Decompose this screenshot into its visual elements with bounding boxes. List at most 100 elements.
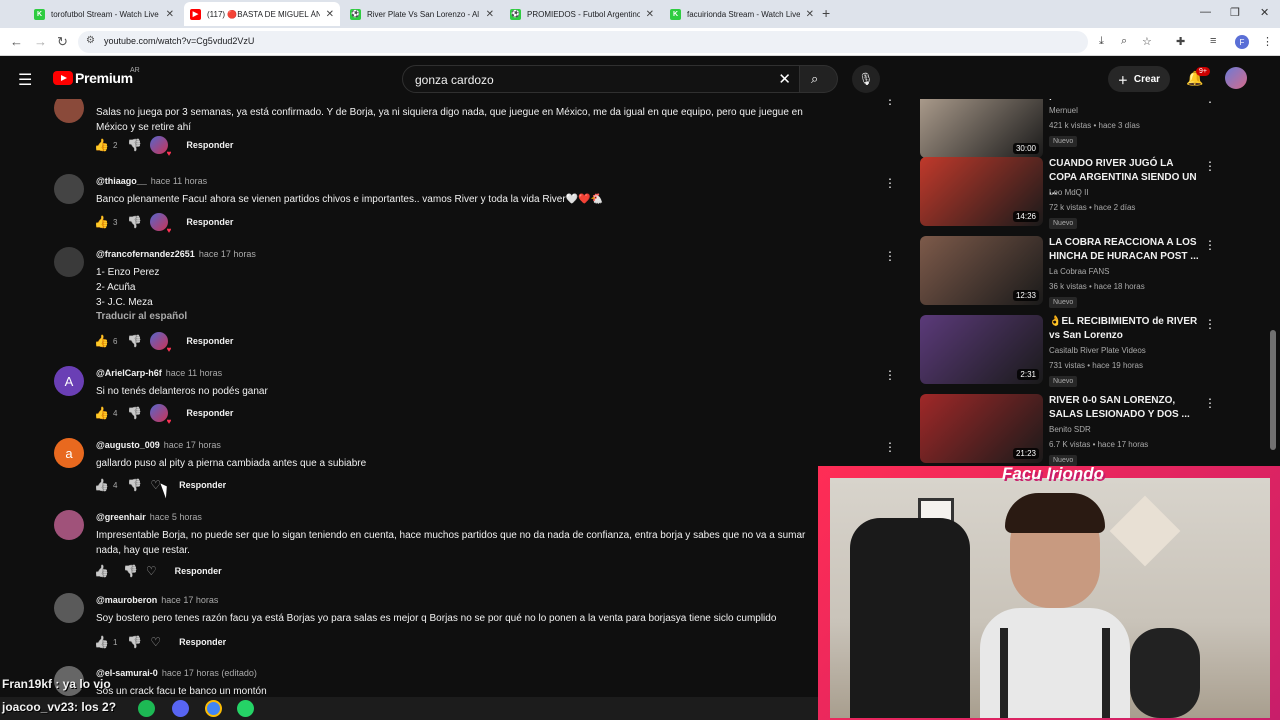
browser-tab[interactable]: K facuirionda Stream - Watch Live ✕ <box>664 2 820 26</box>
video-title[interactable]: LA COBRA REACCIONA A LOS HINCHA DE HURAC… <box>1049 236 1199 264</box>
comment-author[interactable]: @thiaago__ <box>96 176 147 186</box>
minimize-icon[interactable]: — <box>1200 6 1211 18</box>
comment-author[interactable]: @augusto_009 <box>96 440 160 450</box>
comment-author-avatar[interactable]: a <box>54 438 84 468</box>
search-input[interactable]: gonza cardozo ✕ <box>402 65 800 93</box>
browser-menu-icon[interactable]: ⋮ <box>1262 35 1273 48</box>
voice-search-icon[interactable]: 🎙 <box>852 65 880 93</box>
dislike-icon[interactable]: 👎 <box>127 635 142 649</box>
back-icon[interactable]: ← <box>10 34 23 49</box>
comment-menu-icon[interactable]: ⋮ <box>884 99 896 107</box>
reply-button[interactable]: Responder <box>186 408 233 418</box>
scrollbar[interactable] <box>1270 330 1276 450</box>
heart-icon[interactable]: ♡ <box>146 564 157 578</box>
comment-time[interactable]: hace 11 horas <box>151 176 207 186</box>
install-icon[interactable]: ⤓ <box>1099 35 1104 48</box>
dislike-icon[interactable]: 👎 <box>123 564 138 578</box>
media-icon[interactable]: ≡ <box>1210 35 1216 47</box>
close-tab-icon[interactable]: ✕ <box>806 9 814 20</box>
forward-icon[interactable]: → <box>34 34 47 49</box>
site-info-icon[interactable]: ⚙ <box>86 35 95 46</box>
recommended-video[interactable]: 12:33 LA COBRA REACCIONA A LOS HINCHA DE … <box>920 236 1220 308</box>
comment-time[interactable]: hace 17 horas <box>164 440 221 450</box>
extensions-icon[interactable]: ✚ <box>1176 35 1185 48</box>
channel-name[interactable]: La Cobraa FANS <box>1049 267 1109 276</box>
video-thumbnail[interactable]: 12:33 <box>920 236 1043 305</box>
dislike-icon[interactable]: 👎 <box>127 334 142 348</box>
chrome-icon[interactable] <box>205 700 222 717</box>
restore-icon[interactable]: ❐ <box>1230 6 1240 19</box>
video-menu-icon[interactable]: ⋮ <box>1204 238 1216 252</box>
comment-menu-icon[interactable]: ⋮ <box>884 440 896 454</box>
comment-author-avatar[interactable] <box>54 510 84 540</box>
youtube-logo-icon[interactable] <box>53 71 73 85</box>
comment-time[interactable]: hace 11 horas <box>166 368 222 378</box>
create-button[interactable]: ＋ Crear <box>1108 66 1170 92</box>
comment-author-avatar[interactable] <box>54 593 84 623</box>
close-tab-icon[interactable]: ✕ <box>166 9 174 20</box>
whatsapp-icon[interactable] <box>237 700 254 717</box>
search-button[interactable]: ⌕ <box>800 65 838 93</box>
reply-button[interactable]: Responder <box>186 217 233 227</box>
video-menu-icon[interactable]: ⋮ <box>1204 99 1216 105</box>
close-tab-icon[interactable]: ✕ <box>486 9 494 20</box>
like-icon[interactable]: 👍 <box>94 215 109 229</box>
bookmark-star-icon[interactable]: ☆ <box>1142 35 1152 48</box>
channel-name[interactable]: Leo MdQ II <box>1049 188 1089 197</box>
browser-tab[interactable]: ⚽ PROMIEDOS - Futbol Argentino ✕ <box>504 2 660 26</box>
like-icon[interactable]: 👍 <box>94 635 109 649</box>
recommended-video[interactable]: 21:23 RIVER 0-0 SAN LORENZO, SALAS LESION… <box>920 394 1220 466</box>
reply-button[interactable]: Responder <box>186 140 233 150</box>
zoom-icon[interactable]: ⌕ <box>1121 35 1127 48</box>
discord-icon[interactable] <box>172 700 189 717</box>
comment-time[interactable]: hace 17 horas <box>199 249 256 259</box>
close-tab-icon[interactable]: ✕ <box>646 9 654 20</box>
reload-icon[interactable]: ↻ <box>57 34 68 50</box>
heart-icon[interactable]: ♡ <box>150 478 161 492</box>
video-menu-icon[interactable]: ⋮ <box>1204 396 1216 410</box>
like-icon[interactable]: 👍 <box>94 138 109 152</box>
close-window-icon[interactable]: ✕ <box>1260 6 1269 19</box>
like-icon[interactable]: 👍 <box>94 334 109 348</box>
video-title[interactable]: para la VELADA <box>1049 99 1199 103</box>
recommended-video[interactable]: 30:00 para la VELADA Mernuel 421 k vistas •… <box>920 99 1220 161</box>
comment-menu-icon[interactable]: ⋮ <box>884 249 896 263</box>
video-menu-icon[interactable]: ⋮ <box>1204 317 1216 331</box>
comment-author-avatar[interactable]: A <box>54 366 84 396</box>
comment-time[interactable]: hace 17 horas <box>161 595 218 605</box>
comment-author-avatar[interactable] <box>54 99 84 123</box>
comment-time[interactable]: hace 5 horas <box>150 512 202 522</box>
dislike-icon[interactable]: 👎 <box>127 406 142 420</box>
recommended-video[interactable]: 2:31 👌EL RECIBIMIENTO de RIVER vs San Lor… <box>920 315 1220 387</box>
channel-name[interactable]: Casitalb River Plate Videos <box>1049 346 1146 355</box>
comment-time[interactable]: hace 17 horas (editado) <box>162 668 257 678</box>
video-title[interactable]: 👌EL RECIBIMIENTO de RIVER vs San Lorenzo <box>1049 315 1199 343</box>
reply-button[interactable]: Responder <box>179 480 226 490</box>
reply-button[interactable]: Responder <box>175 566 222 576</box>
dislike-icon[interactable]: 👎 <box>127 215 142 229</box>
translate-link[interactable]: Traducir al español <box>96 311 187 322</box>
video-thumbnail[interactable]: 30:00 <box>920 99 1043 158</box>
dislike-icon[interactable]: 👎 <box>127 478 142 492</box>
reply-button[interactable]: Responder <box>179 637 226 647</box>
browser-tab[interactable]: ⚽ River Plate Vs San Lorenzo - Al M ✕ <box>344 2 500 26</box>
recommended-video[interactable]: 14:26 CUANDO RIVER JUGÓ LA COPA ARGENTINA… <box>920 157 1220 229</box>
spotify-icon[interactable] <box>138 700 155 717</box>
close-tab-icon[interactable]: ✕ <box>326 9 334 20</box>
like-icon[interactable]: 👍 <box>94 478 109 492</box>
heart-icon[interactable]: ♡ <box>150 635 161 649</box>
comment-menu-icon[interactable]: ⋮ <box>884 368 896 382</box>
video-thumbnail[interactable]: 21:23 <box>920 394 1043 463</box>
reply-button[interactable]: Responder <box>186 336 233 346</box>
dislike-icon[interactable]: 👎 <box>127 138 142 152</box>
like-icon[interactable]: 👍 <box>94 564 109 578</box>
like-icon[interactable]: 👍 <box>94 406 109 420</box>
comment-author[interactable]: @francofernandez2651 <box>96 249 195 259</box>
video-thumbnail[interactable]: 14:26 <box>920 157 1043 226</box>
comment-author[interactable]: @mauroberon <box>96 595 157 605</box>
profile-avatar[interactable]: F <box>1235 35 1249 49</box>
channel-name[interactable]: Benito SDR <box>1049 425 1091 434</box>
video-menu-icon[interactable]: ⋮ <box>1204 159 1216 173</box>
comment-author-avatar[interactable] <box>54 247 84 277</box>
browser-tab-active[interactable]: ▶ (117) 🔴BASTA DE MIGUEL ÁNGEL ✕ <box>184 2 340 26</box>
